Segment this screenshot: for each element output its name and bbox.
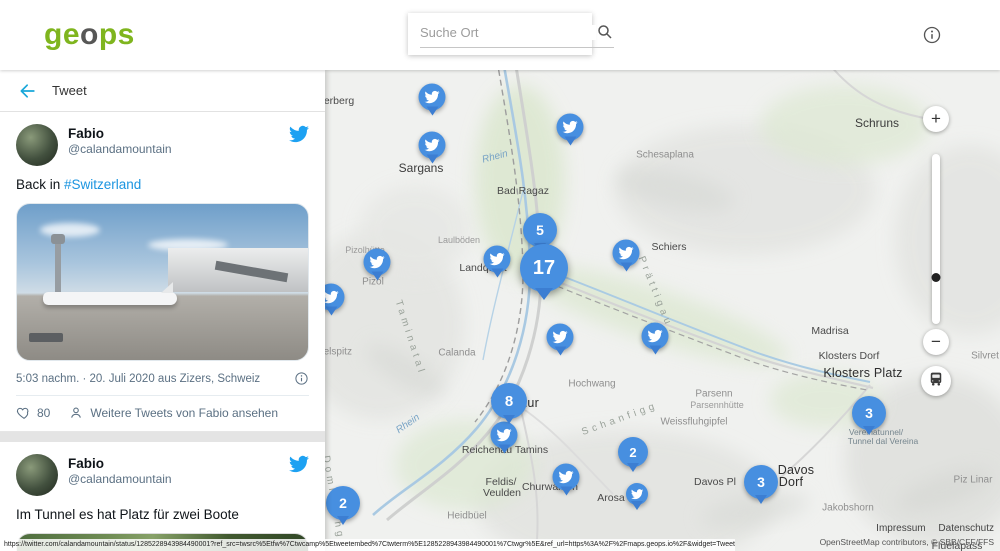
tweet-card: Fabio @calandamountain Im Tunnel es hat … bbox=[0, 442, 325, 551]
search-icon[interactable] bbox=[596, 23, 614, 41]
map-attribution: Impressum Datenschutz OpenStreetMap cont… bbox=[820, 523, 994, 547]
user-names[interactable]: Fabio @calandamountain bbox=[58, 124, 289, 156]
map-label: Silvret bbox=[971, 351, 999, 362]
map-tweet-marker[interactable] bbox=[642, 323, 669, 350]
hashtag-link[interactable]: #Switzerland bbox=[64, 177, 141, 192]
map-cluster-marker[interactable]: 2 bbox=[618, 437, 648, 467]
photo-control-tower bbox=[55, 242, 61, 297]
datenschutz-link[interactable]: Datenschutz bbox=[938, 523, 994, 534]
user-names[interactable]: Fabio @calandamountain bbox=[58, 454, 289, 486]
photo-cloud bbox=[40, 223, 100, 237]
map[interactable]: erbergSchrunsSargansRheinBad RagazSchesa… bbox=[325, 70, 1000, 551]
search-input[interactable] bbox=[420, 25, 596, 40]
twitter-icon[interactable] bbox=[289, 454, 309, 474]
tweet-card: Fabio @calandamountain Back in #Switzerl… bbox=[0, 112, 325, 432]
user-name[interactable]: Fabio bbox=[68, 126, 289, 141]
map-label: Schruns bbox=[855, 116, 899, 130]
bus-icon bbox=[927, 370, 945, 393]
impressum-link[interactable]: Impressum bbox=[876, 523, 925, 534]
app-root: geops bbox=[0, 0, 1000, 551]
map-cluster-marker[interactable]: 3 bbox=[852, 396, 886, 430]
map-label: Schiers bbox=[651, 241, 686, 253]
map-label: Heidbüel bbox=[447, 511, 486, 522]
tweet-timestamp[interactable]: 5:03 nachm. · 20. Juli 2020 aus Zizers, … bbox=[16, 373, 260, 385]
map-cluster-marker[interactable]: 5 bbox=[523, 213, 557, 247]
map-label: Piz Linar bbox=[954, 475, 993, 486]
avatar[interactable] bbox=[16, 124, 58, 166]
map-label: Davos Pl bbox=[694, 476, 736, 488]
map-label: Arosa bbox=[597, 492, 624, 504]
map-label: Klosters Dorf bbox=[819, 350, 880, 362]
map-label: Schesaplana bbox=[636, 150, 694, 161]
logo-text: ge bbox=[44, 18, 80, 51]
app-header: geops bbox=[0, 0, 1000, 70]
map-label: Parsennhütte bbox=[690, 400, 744, 410]
panel-title: Tweet bbox=[52, 83, 87, 98]
map-tweet-marker[interactable] bbox=[364, 249, 391, 276]
avatar[interactable] bbox=[16, 454, 58, 496]
map-tweet-marker[interactable] bbox=[419, 84, 446, 111]
user-handle[interactable]: @calandamountain bbox=[68, 472, 289, 486]
map-label: Dorf bbox=[779, 475, 803, 489]
like-count[interactable]: 80 bbox=[37, 406, 50, 420]
vehicle-layer-button[interactable] bbox=[921, 366, 951, 396]
map-cluster-marker[interactable]: 3 bbox=[744, 465, 778, 499]
map-tweet-marker[interactable] bbox=[484, 246, 511, 273]
photo-ground-vehicle bbox=[29, 333, 63, 342]
zoom-out-button[interactable]: − bbox=[923, 329, 949, 355]
map-label: Calanda bbox=[438, 348, 475, 359]
zoom-slider[interactable] bbox=[932, 154, 940, 324]
map-label: Tunnel dal Vereina bbox=[848, 436, 919, 446]
user-name[interactable]: Fabio bbox=[68, 456, 289, 471]
tweet-panel: Tweet Fabio @calandamountain Back in #Sw… bbox=[0, 70, 325, 551]
map-tweet-marker[interactable] bbox=[557, 114, 584, 141]
map-cluster-marker[interactable]: 2 bbox=[326, 486, 360, 520]
tweet-text: Back in #Switzerland bbox=[16, 176, 309, 194]
panel-header: Tweet bbox=[0, 70, 325, 112]
search-box bbox=[408, 13, 592, 55]
zoom-slider-handle[interactable] bbox=[932, 273, 941, 282]
geops-logo[interactable]: geops bbox=[44, 18, 135, 52]
map-label: Veulden bbox=[483, 487, 521, 499]
photo-airplane bbox=[43, 292, 177, 305]
map-tweet-marker[interactable] bbox=[325, 284, 345, 311]
map-label: Parsenn bbox=[695, 389, 732, 400]
map-tweet-marker[interactable] bbox=[491, 422, 518, 449]
like-icon[interactable] bbox=[16, 405, 32, 421]
status-bar-url: https://twitter.com/calandamountain/stat… bbox=[0, 539, 735, 551]
info-icon[interactable] bbox=[294, 371, 309, 386]
map-tweet-marker[interactable] bbox=[547, 324, 574, 351]
map-label: erberg bbox=[325, 95, 354, 107]
back-icon[interactable] bbox=[18, 81, 38, 101]
map-label: Hochwang bbox=[568, 379, 615, 390]
map-tweet-marker[interactable] bbox=[553, 464, 580, 491]
map-label: Weissfluhgipfel bbox=[660, 417, 727, 428]
user-handle[interactable]: @calandamountain bbox=[68, 142, 289, 156]
map-label: gelspitz bbox=[325, 347, 352, 358]
more-tweets-link[interactable]: Weitere Tweets von Fabio ansehen bbox=[90, 406, 278, 420]
map-tweet-marker[interactable] bbox=[613, 240, 640, 267]
person-icon bbox=[68, 405, 84, 421]
map-label: Madrisa bbox=[811, 325, 848, 337]
map-label: Bad Ragaz bbox=[497, 185, 549, 197]
map-cluster-marker[interactable]: 17 bbox=[520, 244, 568, 292]
zoom-in-button[interactable]: + bbox=[923, 106, 949, 132]
map-label: Klosters Platz bbox=[823, 366, 902, 380]
twitter-icon[interactable] bbox=[289, 124, 309, 144]
osm-attribution: OpenStreetMap contributors, © SBB/CFF/FF… bbox=[820, 537, 994, 547]
map-cluster-marker[interactable]: 8 bbox=[491, 383, 527, 419]
map-tweet-marker[interactable] bbox=[626, 483, 648, 505]
tweet-photo[interactable] bbox=[16, 203, 309, 361]
tweet-text: Im Tunnel es hat Platz für zwei Boote bbox=[16, 506, 309, 524]
info-button[interactable] bbox=[922, 25, 942, 45]
map-label: Jakobshorn bbox=[822, 503, 874, 514]
map-label: Laulböden bbox=[438, 235, 480, 245]
map-tweet-marker[interactable] bbox=[419, 132, 446, 159]
